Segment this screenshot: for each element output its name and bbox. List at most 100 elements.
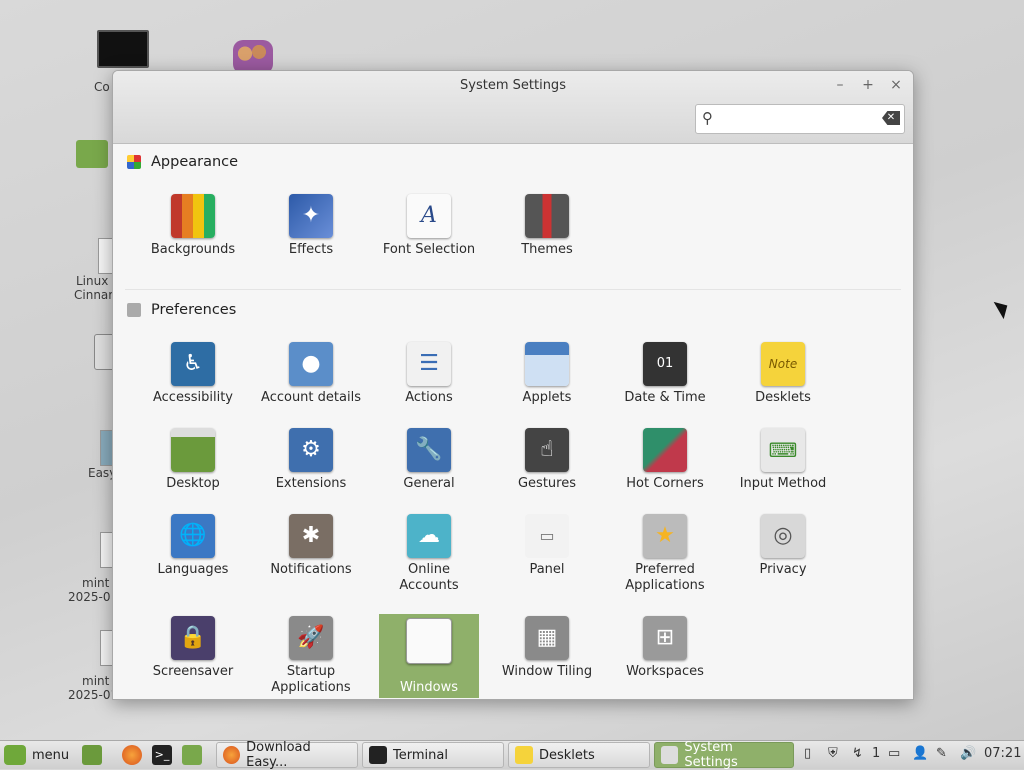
cloud-icon: ☁: [407, 514, 451, 558]
star-icon: ★: [643, 514, 687, 558]
privacy-icon: ◎: [761, 514, 805, 558]
item-general[interactable]: 🔧 General: [379, 428, 479, 492]
clipboard-icon[interactable]: ▯: [804, 746, 811, 761]
files-icon[interactable]: [182, 745, 202, 765]
task-terminal[interactable]: Terminal: [362, 742, 504, 768]
pen-icon[interactable]: ✎: [936, 746, 947, 761]
section-title: Preferences: [151, 302, 237, 318]
keyboard-icon: ⌨: [761, 428, 805, 472]
item-desktop[interactable]: Desktop: [143, 428, 243, 492]
mouse-cursor-icon: [993, 296, 1013, 320]
lock-icon: 🔒: [171, 616, 215, 660]
item-gestures[interactable]: ☝ Gestures: [497, 428, 597, 492]
item-input-method[interactable]: ⌨ Input Method: [733, 428, 833, 492]
item-online-accounts[interactable]: ☁ Online Accounts: [379, 514, 479, 594]
item-label: Accessibility: [153, 390, 233, 405]
item-windows[interactable]: Windows: [379, 614, 479, 698]
item-label: Actions: [405, 390, 453, 405]
close-button[interactable]: ×: [887, 76, 905, 94]
item-workspaces[interactable]: ⊞ Workspaces: [615, 616, 715, 680]
desklets-icon: Note: [761, 342, 805, 386]
item-themes[interactable]: Themes: [497, 194, 597, 258]
item-label: Input Method: [739, 476, 827, 491]
task-label: Download Easy...: [246, 740, 311, 770]
themes-icon: [525, 194, 569, 238]
hand-icon: ☝: [525, 428, 569, 472]
item-label: Windows: [399, 680, 459, 695]
item-effects[interactable]: ✦ Effects: [261, 194, 361, 258]
item-actions[interactable]: ☰ Actions: [379, 342, 479, 406]
update-count: 1: [872, 746, 881, 761]
item-panel[interactable]: ▭ Panel: [497, 514, 597, 578]
item-account-details[interactable]: ● Account details: [261, 342, 361, 406]
shield-icon[interactable]: ⛨: [828, 746, 838, 761]
workspaces-icon: ⊞: [643, 616, 687, 660]
item-accessibility[interactable]: ♿ Accessibility: [143, 342, 243, 406]
item-label: Languages: [157, 562, 229, 577]
user-icon[interactable]: 👤: [912, 746, 928, 761]
desktop-icon-trash[interactable]: [94, 334, 122, 370]
item-label: Startup Applications: [271, 664, 351, 695]
taskbar: menu >_ Download Easy... Terminal Deskle…: [0, 740, 1024, 770]
volume-icon[interactable]: 🔊: [960, 746, 976, 761]
search-icon: ⚲: [702, 109, 713, 127]
item-window-tiling[interactable]: ▦ Window Tiling: [497, 616, 597, 680]
show-desktop-icon[interactable]: [82, 745, 102, 765]
task-system-settings[interactable]: System Settings: [654, 740, 794, 770]
section-preferences: Preferences: [127, 302, 236, 318]
font-icon: A: [407, 194, 451, 238]
preferences-icon: [127, 303, 141, 317]
item-applets[interactable]: Applets: [497, 342, 597, 406]
desktop-icon-people[interactable]: [208, 40, 298, 74]
item-screensaver[interactable]: 🔒 Screensaver: [143, 616, 243, 680]
panel-icon: ▭: [525, 514, 569, 558]
terminal-icon[interactable]: >_: [152, 745, 172, 765]
display-icon[interactable]: ▭: [888, 746, 900, 761]
desktop-icon-linux[interactable]: Linux Cinnar: [66, 238, 126, 302]
maximize-button[interactable]: +: [859, 76, 877, 94]
desktop-icon: [171, 428, 215, 472]
window-titlebar[interactable]: System Settings – + × ⚲ ✕: [113, 71, 913, 144]
item-privacy[interactable]: ◎ Privacy: [733, 514, 833, 578]
system-settings-window: System Settings – + × ⚲ ✕ Appearance Bac…: [112, 70, 914, 700]
update-icon[interactable]: ↯: [852, 746, 863, 761]
menu-button[interactable]: menu: [4, 744, 69, 766]
search-box[interactable]: ⚲ ✕: [695, 104, 905, 134]
desktop-icon-mint-file-1[interactable]: mint 2025-0: [66, 532, 118, 604]
item-startup-applications[interactable]: 🚀 Startup Applications: [261, 616, 361, 696]
rocket-icon: 🚀: [289, 616, 333, 660]
accessibility-icon: ♿: [171, 342, 215, 386]
folder-icon: [76, 140, 108, 168]
item-hot-corners[interactable]: Hot Corners: [615, 428, 715, 492]
item-label: Font Selection: [382, 242, 476, 257]
item-font-selection[interactable]: A Font Selection: [379, 194, 479, 258]
clock[interactable]: 07:21: [984, 746, 1021, 761]
firefox-icon[interactable]: [122, 745, 142, 765]
task-label: System Settings: [684, 740, 738, 770]
item-languages[interactable]: 🌐 Languages: [143, 514, 243, 578]
item-desklets[interactable]: Note Desklets: [733, 342, 833, 406]
item-date-time[interactable]: 01 Date & Time: [615, 342, 715, 406]
task-desklets[interactable]: Desklets: [508, 742, 650, 768]
item-label: Themes: [521, 242, 573, 257]
item-backgrounds[interactable]: Backgrounds: [143, 194, 243, 258]
desktop-icon-folder[interactable]: [72, 140, 112, 168]
item-label: Panel: [529, 562, 565, 577]
desktop-label: 2025-0: [68, 590, 111, 604]
item-label: Hot Corners: [626, 476, 704, 491]
item-label: General: [403, 476, 455, 491]
tiling-icon: ▦: [525, 616, 569, 660]
desktop-label: mint: [82, 576, 110, 590]
item-label: Window Tiling: [501, 664, 593, 679]
task-download-easy[interactable]: Download Easy...: [216, 740, 358, 770]
item-extensions[interactable]: ⚙ Extensions: [261, 428, 361, 492]
search-input[interactable]: [720, 109, 874, 129]
item-preferred-applications[interactable]: ★ Preferred Applications: [615, 514, 715, 594]
account-icon: ●: [289, 342, 333, 386]
applets-icon: [525, 342, 569, 386]
clear-search-icon[interactable]: ✕: [882, 111, 900, 125]
minimize-button[interactable]: –: [831, 76, 849, 94]
item-notifications[interactable]: ✱ Notifications: [261, 514, 361, 578]
backgrounds-icon: [171, 194, 215, 238]
section-title: Appearance: [151, 154, 239, 170]
